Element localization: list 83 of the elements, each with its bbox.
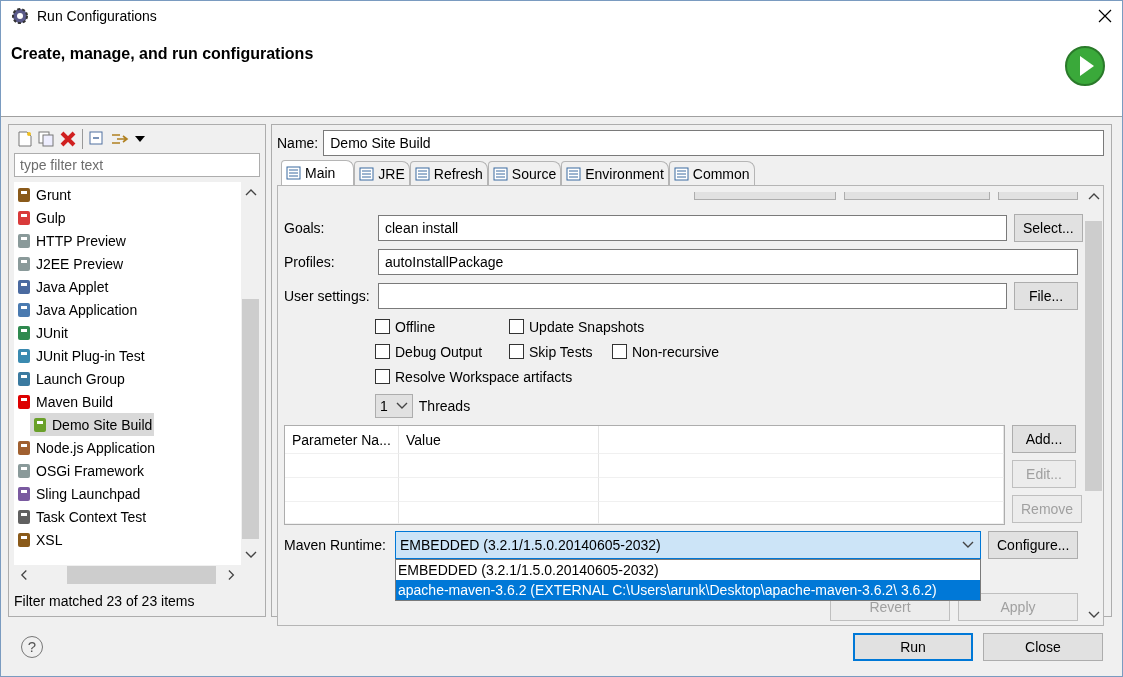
checkbox[interactable] <box>509 319 524 334</box>
tree-item[interactable]: Maven Build <box>14 390 116 413</box>
tree-item[interactable]: Gulp <box>14 206 68 229</box>
chevron-down-icon <box>962 541 974 549</box>
dropdown-option[interactable]: EMBEDDED (3.2.1/1.5.0.20140605-2032) <box>396 560 980 580</box>
goals-label: Goals: <box>284 220 326 236</box>
tab[interactable]: Common <box>668 161 755 185</box>
scroll-up-icon <box>244 188 257 196</box>
dropdown-option[interactable]: apache-maven-3.6.2 (EXTERNAL C:\Users\arunk\Desktop\apache-maven-3.6.2\ 3.6.2) <box>396 580 980 600</box>
checkbox[interactable] <box>375 344 390 359</box>
column-header: Value <box>399 426 599 454</box>
name-field[interactable]: Demo Site Build <box>323 130 1104 156</box>
threads-label: Threads <box>418 397 471 414</box>
tab-icon <box>414 166 430 181</box>
checkbox-label: Offline <box>395 318 436 335</box>
tree-item[interactable]: Java Applet <box>14 275 111 298</box>
checkbox-label: Debug Output <box>395 343 483 360</box>
name-label: Name: <box>277 135 319 151</box>
threads-select[interactable]: 1 <box>375 393 413 418</box>
play-icon <box>1064 45 1106 87</box>
checkbox-label: Non-recursive <box>632 343 720 360</box>
tree-item[interactable]: Launch Group <box>14 367 127 390</box>
tree-item[interactable]: JUnit Plug-in Test <box>14 344 147 367</box>
tab-icon <box>673 166 689 181</box>
goals-field[interactable]: clean install <box>378 215 1007 241</box>
tree-item[interactable]: HTTP Preview <box>14 229 128 252</box>
configure-button[interactable]: Configure... <box>988 531 1079 559</box>
checkbox[interactable] <box>612 344 627 359</box>
checkbox[interactable] <box>509 344 524 359</box>
chevron-down-icon <box>395 401 408 410</box>
close-icon[interactable] <box>1098 9 1112 23</box>
dialog-button[interactable]: Run <box>853 632 973 661</box>
tab[interactable]: Main <box>281 160 355 185</box>
scroll-down-icon <box>244 551 257 559</box>
filter-field[interactable]: type filter text <box>14 153 260 177</box>
maven-runtime-label: Maven Runtime: <box>284 537 387 553</box>
column-header: Parameter Na... <box>285 426 399 454</box>
tree-item[interactable]: Demo Site Build <box>30 413 155 436</box>
tab[interactable]: Refresh <box>409 161 488 185</box>
tree-item[interactable]: Sling Launchpad <box>14 482 143 505</box>
tab-icon <box>359 166 375 181</box>
profiles-label: Profiles: <box>284 254 336 270</box>
scroll-up-icon <box>1087 192 1100 200</box>
tab[interactable]: JRE <box>354 161 410 185</box>
tab-icon <box>286 166 301 180</box>
checkbox[interactable] <box>375 369 390 384</box>
dialog-heading: Create, manage, and run configurations <box>11 45 314 64</box>
scroll-right-icon <box>228 569 236 581</box>
tree-item[interactable]: Java Application <box>14 298 140 321</box>
tree-item[interactable]: OSGi Framework <box>14 459 147 482</box>
gear-icon <box>11 7 29 25</box>
tab[interactable]: Environment <box>561 161 669 185</box>
collapse-icon[interactable] <box>89 131 105 147</box>
checkbox-label: Update Snapshots <box>529 318 645 335</box>
scroll-down-icon <box>1087 611 1100 619</box>
filter-status: Filter matched 23 of 23 items <box>14 593 196 609</box>
profiles-field[interactable]: autoInstallPackage <box>378 249 1078 275</box>
tree-item[interactable]: JUnit <box>14 321 70 344</box>
tree-item[interactable]: Node.js Application <box>14 436 158 459</box>
tree-item[interactable]: Task Context Test <box>14 505 149 528</box>
checkbox[interactable] <box>375 319 390 334</box>
delete-icon[interactable] <box>60 131 76 147</box>
copy-icon[interactable] <box>38 131 54 147</box>
file-button[interactable]: File... <box>1014 282 1078 310</box>
table-action-button[interactable]: Add... <box>1012 425 1076 453</box>
new-document-icon[interactable] <box>18 131 32 147</box>
window-title: Run Configurations <box>37 8 158 24</box>
checkbox-label: Skip Tests <box>529 343 593 360</box>
tab-icon <box>566 166 582 181</box>
user-settings-label: User settings: <box>284 288 371 304</box>
dropdown-arrow-icon[interactable] <box>135 136 145 142</box>
tile-icon <box>32 416 48 433</box>
tree-item[interactable]: J2EE Preview <box>14 252 126 275</box>
user-settings-field[interactable] <box>378 283 1007 309</box>
tab[interactable]: Source <box>487 161 562 185</box>
filter-icon[interactable] <box>111 131 129 147</box>
select-button[interactable]: Select... <box>1014 214 1083 242</box>
tree-item[interactable]: XSL <box>14 528 65 551</box>
scroll-left-icon <box>20 569 28 581</box>
tree-item[interactable]: Grunt <box>14 183 73 206</box>
checkbox-label: Resolve Workspace artifacts <box>395 368 573 385</box>
dialog-button[interactable]: Close <box>983 632 1103 661</box>
tab-icon <box>492 166 508 181</box>
